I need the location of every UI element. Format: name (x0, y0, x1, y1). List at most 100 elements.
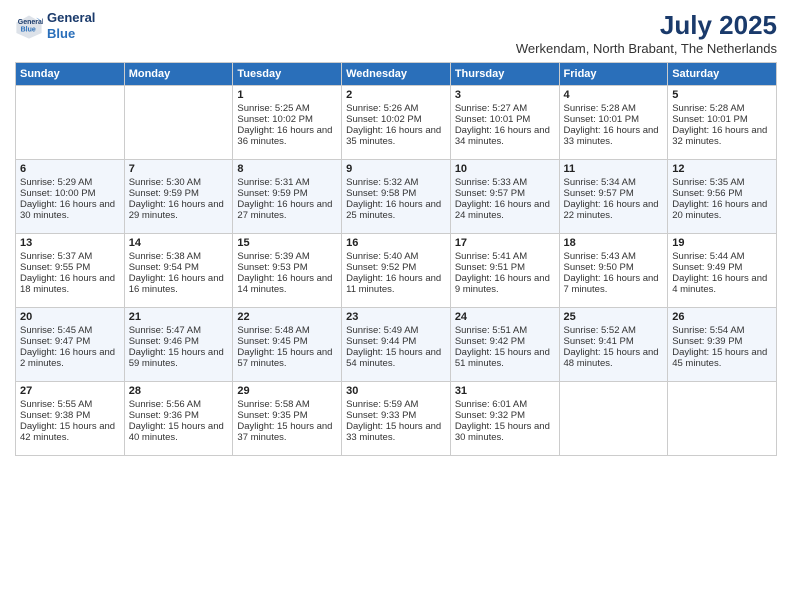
calendar-cell (124, 86, 233, 160)
cell-info: Sunset: 9:44 PM (346, 336, 446, 347)
calendar-cell: 25Sunrise: 5:52 AMSunset: 9:41 PMDayligh… (559, 308, 668, 382)
calendar-cell: 1Sunrise: 5:25 AMSunset: 10:02 PMDayligh… (233, 86, 342, 160)
cell-info: Sunset: 9:47 PM (20, 336, 120, 347)
cell-info: Sunset: 9:46 PM (129, 336, 229, 347)
logo-text: General Blue (47, 10, 95, 41)
calendar-cell (16, 86, 125, 160)
cell-info: Daylight: 15 hours and 33 minutes. (346, 421, 446, 443)
week-row-1: 1Sunrise: 5:25 AMSunset: 10:02 PMDayligh… (16, 86, 777, 160)
day-number: 23 (346, 311, 446, 323)
day-header-friday: Friday (559, 63, 668, 86)
cell-info: Sunrise: 5:59 AM (346, 399, 446, 410)
logo: General Blue General Blue (15, 10, 95, 41)
calendar-cell: 22Sunrise: 5:48 AMSunset: 9:45 PMDayligh… (233, 308, 342, 382)
day-header-thursday: Thursday (450, 63, 559, 86)
day-number: 10 (455, 163, 555, 175)
cell-info: Daylight: 16 hours and 36 minutes. (237, 125, 337, 147)
header: General Blue General Blue July 2025 Werk… (15, 10, 777, 56)
cell-info: Sunrise: 5:32 AM (346, 177, 446, 188)
cell-info: Sunrise: 5:43 AM (564, 251, 664, 262)
day-header-saturday: Saturday (668, 63, 777, 86)
cell-info: Sunrise: 5:51 AM (455, 325, 555, 336)
calendar-cell: 28Sunrise: 5:56 AMSunset: 9:36 PMDayligh… (124, 382, 233, 456)
day-number: 11 (564, 163, 664, 175)
calendar-cell: 17Sunrise: 5:41 AMSunset: 9:51 PMDayligh… (450, 234, 559, 308)
cell-info: Sunset: 9:59 PM (129, 188, 229, 199)
cell-info: Sunrise: 5:31 AM (237, 177, 337, 188)
cell-info: Sunrise: 5:30 AM (129, 177, 229, 188)
cell-info: Sunset: 9:39 PM (672, 336, 772, 347)
cell-info: Daylight: 16 hours and 34 minutes. (455, 125, 555, 147)
day-number: 4 (564, 89, 664, 101)
cell-info: Sunset: 9:42 PM (455, 336, 555, 347)
calendar-cell: 13Sunrise: 5:37 AMSunset: 9:55 PMDayligh… (16, 234, 125, 308)
cell-info: Sunset: 9:50 PM (564, 262, 664, 273)
calendar-cell: 7Sunrise: 5:30 AMSunset: 9:59 PMDaylight… (124, 160, 233, 234)
cell-info: Sunset: 9:57 PM (564, 188, 664, 199)
day-number: 8 (237, 163, 337, 175)
cell-info: Sunrise: 5:54 AM (672, 325, 772, 336)
cell-info: Sunrise: 5:39 AM (237, 251, 337, 262)
cell-info: Daylight: 16 hours and 27 minutes. (237, 199, 337, 221)
cell-info: Daylight: 16 hours and 29 minutes. (129, 199, 229, 221)
day-number: 18 (564, 237, 664, 249)
week-row-3: 13Sunrise: 5:37 AMSunset: 9:55 PMDayligh… (16, 234, 777, 308)
calendar-cell: 20Sunrise: 5:45 AMSunset: 9:47 PMDayligh… (16, 308, 125, 382)
logo-icon: General Blue (15, 12, 43, 40)
calendar-cell: 4Sunrise: 5:28 AMSunset: 10:01 PMDayligh… (559, 86, 668, 160)
calendar-cell: 11Sunrise: 5:34 AMSunset: 9:57 PMDayligh… (559, 160, 668, 234)
cell-info: Sunset: 9:58 PM (346, 188, 446, 199)
cell-info: Daylight: 16 hours and 33 minutes. (564, 125, 664, 147)
cell-info: Sunrise: 5:49 AM (346, 325, 446, 336)
calendar-cell: 16Sunrise: 5:40 AMSunset: 9:52 PMDayligh… (342, 234, 451, 308)
cell-info: Sunrise: 5:41 AM (455, 251, 555, 262)
title-block: July 2025 Werkendam, North Brabant, The … (516, 10, 777, 56)
day-header-monday: Monday (124, 63, 233, 86)
calendar-cell: 29Sunrise: 5:58 AMSunset: 9:35 PMDayligh… (233, 382, 342, 456)
cell-info: Daylight: 16 hours and 35 minutes. (346, 125, 446, 147)
cell-info: Sunset: 9:54 PM (129, 262, 229, 273)
week-row-4: 20Sunrise: 5:45 AMSunset: 9:47 PMDayligh… (16, 308, 777, 382)
calendar-cell: 10Sunrise: 5:33 AMSunset: 9:57 PMDayligh… (450, 160, 559, 234)
day-number: 28 (129, 385, 229, 397)
cell-info: Sunrise: 5:28 AM (564, 103, 664, 114)
calendar-cell: 18Sunrise: 5:43 AMSunset: 9:50 PMDayligh… (559, 234, 668, 308)
cell-info: Sunset: 9:55 PM (20, 262, 120, 273)
cell-info: Daylight: 15 hours and 30 minutes. (455, 421, 555, 443)
calendar-cell: 21Sunrise: 5:47 AMSunset: 9:46 PMDayligh… (124, 308, 233, 382)
calendar-cell: 8Sunrise: 5:31 AMSunset: 9:59 PMDaylight… (233, 160, 342, 234)
calendar-cell: 12Sunrise: 5:35 AMSunset: 9:56 PMDayligh… (668, 160, 777, 234)
day-number: 19 (672, 237, 772, 249)
day-number: 9 (346, 163, 446, 175)
main-title: July 2025 (516, 10, 777, 41)
cell-info: Sunrise: 5:56 AM (129, 399, 229, 410)
day-number: 20 (20, 311, 120, 323)
header-row: SundayMondayTuesdayWednesdayThursdayFrid… (16, 63, 777, 86)
cell-info: Sunrise: 5:29 AM (20, 177, 120, 188)
day-header-wednesday: Wednesday (342, 63, 451, 86)
cell-info: Daylight: 15 hours and 42 minutes. (20, 421, 120, 443)
cell-info: Sunrise: 6:01 AM (455, 399, 555, 410)
calendar-cell: 6Sunrise: 5:29 AMSunset: 10:00 PMDayligh… (16, 160, 125, 234)
day-number: 24 (455, 311, 555, 323)
cell-info: Sunrise: 5:28 AM (672, 103, 772, 114)
cell-info: Sunset: 9:49 PM (672, 262, 772, 273)
cell-info: Daylight: 15 hours and 45 minutes. (672, 347, 772, 369)
day-number: 1 (237, 89, 337, 101)
cell-info: Sunrise: 5:35 AM (672, 177, 772, 188)
cell-info: Daylight: 16 hours and 4 minutes. (672, 273, 772, 295)
day-number: 17 (455, 237, 555, 249)
day-header-tuesday: Tuesday (233, 63, 342, 86)
cell-info: Daylight: 16 hours and 18 minutes. (20, 273, 120, 295)
cell-info: Daylight: 16 hours and 20 minutes. (672, 199, 772, 221)
calendar-cell: 15Sunrise: 5:39 AMSunset: 9:53 PMDayligh… (233, 234, 342, 308)
day-number: 14 (129, 237, 229, 249)
calendar-cell: 30Sunrise: 5:59 AMSunset: 9:33 PMDayligh… (342, 382, 451, 456)
cell-info: Daylight: 16 hours and 9 minutes. (455, 273, 555, 295)
cell-info: Sunset: 9:41 PM (564, 336, 664, 347)
day-number: 27 (20, 385, 120, 397)
calendar-cell: 26Sunrise: 5:54 AMSunset: 9:39 PMDayligh… (668, 308, 777, 382)
cell-info: Daylight: 15 hours and 57 minutes. (237, 347, 337, 369)
cell-info: Daylight: 15 hours and 40 minutes. (129, 421, 229, 443)
cell-info: Sunrise: 5:40 AM (346, 251, 446, 262)
